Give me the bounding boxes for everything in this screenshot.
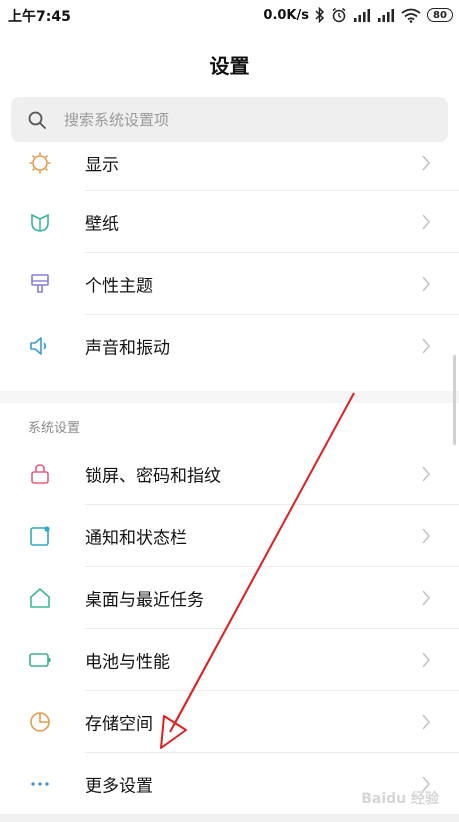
notification-icon — [30, 526, 50, 546]
list-item-battery[interactable]: 电池与性能 — [0, 629, 459, 691]
battery-outline-icon — [29, 653, 51, 667]
signal-icon — [378, 9, 394, 22]
bottom-strip — [0, 814, 459, 822]
list-item-label: 桌面与最近任务 — [85, 590, 204, 611]
signal-icon — [354, 9, 370, 22]
chevron-right-icon — [422, 338, 431, 354]
status-time: 上午7:45 — [8, 9, 71, 25]
chevron-right-icon — [422, 714, 431, 730]
scrollbar[interactable] — [453, 355, 456, 445]
chevron-right-icon — [422, 466, 431, 482]
chevron-right-icon — [422, 528, 431, 544]
brush-icon — [31, 274, 49, 293]
list-item-home-screen[interactable]: 桌面与最近任务 — [0, 567, 459, 629]
home-icon — [30, 588, 50, 608]
alarm-icon — [332, 7, 346, 23]
pie-chart-icon — [30, 712, 50, 732]
wifi-icon — [401, 8, 421, 23]
list-item-theme[interactable]: 个性主题 — [0, 253, 459, 315]
battery-level: 80 — [433, 9, 447, 21]
list-item-label: 声音和振动 — [85, 338, 170, 359]
list-item-storage[interactable]: 存储空间 — [0, 691, 459, 753]
search-input[interactable]: 搜索系统设置项 — [11, 97, 448, 142]
settings-list: 显示 壁纸 个性主题 声音和振动 系统设置 锁屏、密码和指纹 通知和状态栏 桌面… — [0, 145, 459, 815]
settings-screen: 上午7:45 0.0K/s 80 设置 搜索系统设置项 显示 壁纸 个性主题 声… — [0, 0, 459, 822]
section-gap — [0, 391, 459, 403]
status-bar: 上午7:45 0.0K/s 80 — [0, 0, 459, 30]
chevron-right-icon — [422, 155, 431, 171]
battery-icon: 80 — [427, 8, 453, 22]
list-item-label: 个性主题 — [85, 276, 153, 297]
list-item-label: 锁屏、密码和指纹 — [85, 466, 221, 487]
chevron-right-icon — [422, 214, 431, 230]
sun-icon — [29, 152, 51, 174]
wallpaper-icon — [31, 213, 49, 232]
network-speed: 0.0K/s — [263, 7, 309, 23]
page-title: 设置 — [209, 54, 250, 78]
list-item-label: 显示 — [85, 155, 119, 176]
section-header: 系统设置 — [0, 403, 459, 443]
list-item-notifications[interactable]: 通知和状态栏 — [0, 505, 459, 567]
list-item-label: 通知和状态栏 — [85, 528, 187, 549]
status-indicators: 0.0K/s 80 — [263, 5, 453, 25]
list-item-label: 电池与性能 — [85, 652, 170, 673]
chevron-right-icon — [422, 652, 431, 668]
list-item-lockscreen[interactable]: 锁屏、密码和指纹 — [0, 443, 459, 505]
lock-icon — [31, 464, 49, 484]
list-item-label: 壁纸 — [85, 214, 119, 235]
list-item-sound[interactable]: 声音和振动 — [0, 315, 459, 377]
list-item-wallpaper[interactable]: 壁纸 — [0, 191, 459, 253]
list-item-label: 更多设置 — [85, 776, 153, 797]
chevron-right-icon — [422, 276, 431, 292]
speaker-icon — [30, 337, 47, 355]
bluetooth-icon — [315, 7, 325, 23]
search-placeholder: 搜索系统设置项 — [64, 111, 170, 129]
more-icon — [31, 782, 49, 786]
chevron-right-icon — [422, 590, 431, 606]
list-item-label: 存储空间 — [85, 714, 153, 735]
section-header-label: 系统设置 — [28, 421, 81, 436]
list-item-display[interactable]: 显示 — [0, 145, 459, 191]
watermark: Baidu 经验 — [361, 791, 439, 807]
search-icon — [28, 111, 46, 129]
